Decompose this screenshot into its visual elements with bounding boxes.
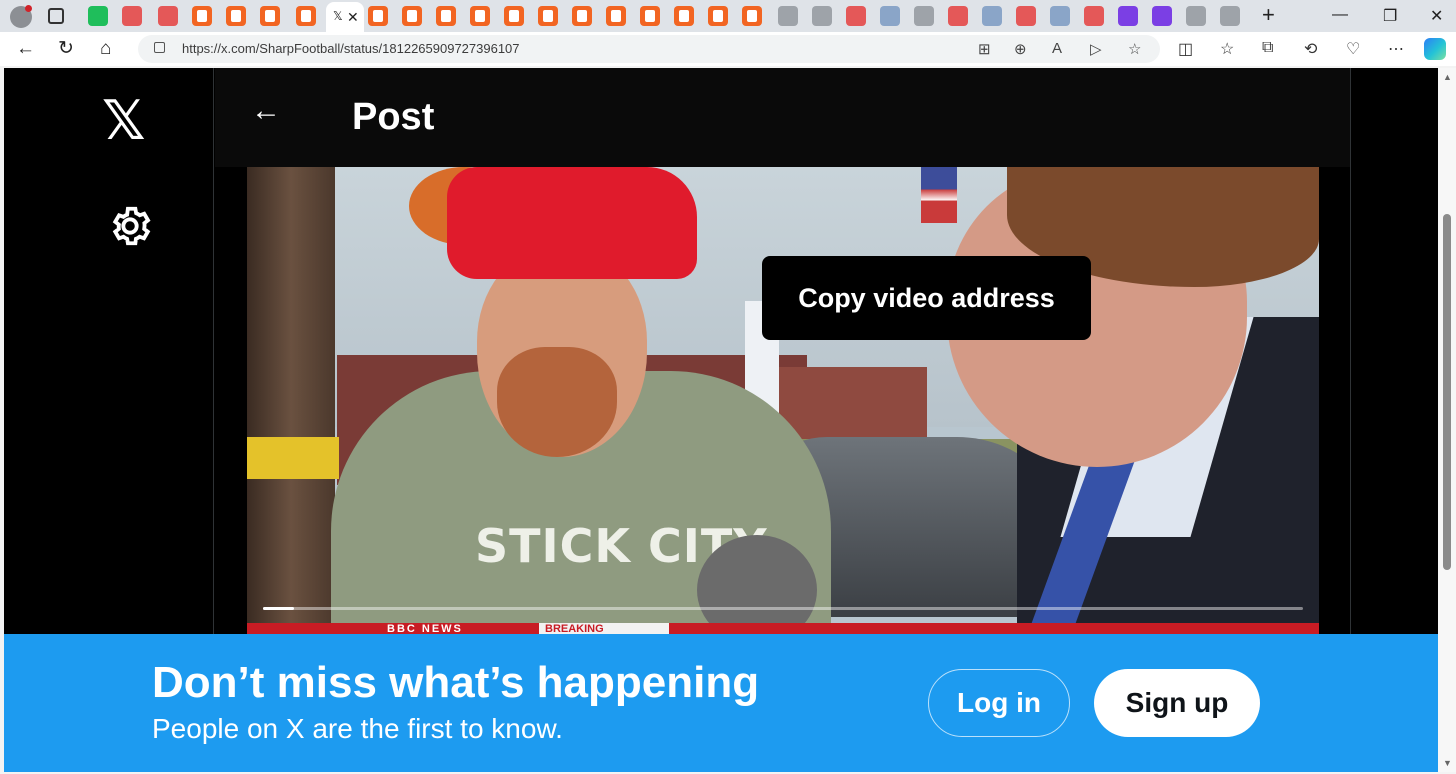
browser-essentials-icon[interactable]: ♡ <box>1346 39 1360 59</box>
favorites-icon[interactable]: ☆ <box>1220 39 1234 59</box>
profile-avatar[interactable] <box>10 5 32 28</box>
tab-favicon[interactable] <box>122 6 142 26</box>
split-screen-icon[interactable]: ◫ <box>1178 39 1193 59</box>
video-progress-fill <box>263 607 295 610</box>
log-in-button[interactable]: Log in <box>928 669 1070 737</box>
refresh-icon[interactable]: ↻ <box>58 38 74 60</box>
favorite-star-icon[interactable]: ☆ <box>1128 40 1141 58</box>
tab-favicon[interactable] <box>880 6 900 26</box>
tab-favicon[interactable] <box>1016 6 1036 26</box>
video-progress-bar[interactable] <box>263 607 1303 610</box>
tab-favicon[interactable] <box>538 6 558 26</box>
video-player[interactable]: STICK CITY BBC NEWS BREAKING <box>247 167 1319 637</box>
tab-favicon[interactable] <box>572 6 592 26</box>
tab-favicon[interactable] <box>296 6 316 26</box>
tab-favicon[interactable] <box>1152 6 1172 26</box>
address-bar[interactable]: https://x.com/SharpFootball/status/18122… <box>138 35 1160 63</box>
scroll-down-icon[interactable]: ▼ <box>1443 758 1452 768</box>
tab-favicon[interactable] <box>1186 6 1206 26</box>
tab-favicon[interactable] <box>982 6 1002 26</box>
gear-icon[interactable] <box>107 203 153 249</box>
tab-favicon[interactable] <box>260 6 280 26</box>
tab-favicon[interactable] <box>436 6 456 26</box>
tab-favicon[interactable] <box>192 6 212 26</box>
tab-favicon[interactable] <box>812 6 832 26</box>
scroll-up-icon[interactable]: ▲ <box>1443 72 1452 82</box>
back-arrow-icon[interactable]: ← <box>16 38 35 60</box>
tab-favicon[interactable] <box>226 6 246 26</box>
tab-favicon[interactable] <box>88 6 108 26</box>
tab-favicon[interactable] <box>1220 6 1240 26</box>
banner-subtitle: People on X are the first to know. <box>152 713 563 744</box>
banner-title: Don’t miss what’s happening <box>152 658 760 707</box>
tab-favicon[interactable] <box>674 6 694 26</box>
tab-favicon[interactable] <box>1050 6 1070 26</box>
browser-tab-strip: 𝕏 ✕ + — ❐ ✕ <box>0 0 1456 32</box>
scrollbar-thumb[interactable] <box>1443 214 1451 570</box>
tab-favicon[interactable] <box>914 6 934 26</box>
collections-icon[interactable]: ⧉ <box>1262 39 1273 57</box>
url-text[interactable]: https://x.com/SharpFootball/status/18122… <box>182 41 520 56</box>
post-header: ← Post <box>215 68 1350 167</box>
tab-favicon[interactable] <box>1084 6 1104 26</box>
page-scrollbar[interactable]: ▲ ▼ <box>1438 68 1456 772</box>
history-icon[interactable]: ⟲ <box>1304 39 1317 59</box>
x-post-page: 𝕏 ← Post STICK CITY BBC NEWS BREAKING Co… <box>4 68 1438 772</box>
tab-favicon[interactable] <box>846 6 866 26</box>
copy-video-address-menu-item[interactable]: Copy video address <box>762 256 1091 340</box>
video-pole <box>247 167 335 637</box>
tab-favicon[interactable] <box>742 6 762 26</box>
home-icon[interactable]: ⌂ <box>100 38 111 60</box>
close-window-icon[interactable]: ✕ <box>1430 6 1443 26</box>
tab-favicon[interactable] <box>708 6 728 26</box>
more-options-icon[interactable]: ⋯ <box>1388 39 1404 59</box>
tab-favicon[interactable] <box>1118 6 1138 26</box>
x-favicon-icon: 𝕏 <box>333 9 343 23</box>
tab-favicon[interactable] <box>470 6 490 26</box>
tab-favicon[interactable] <box>948 6 968 26</box>
page-title: Post <box>352 96 435 138</box>
sign-up-button[interactable]: Sign up <box>1094 669 1260 737</box>
zoom-icon[interactable]: ⊕ <box>1014 40 1027 58</box>
signup-banner: Don’t miss what’s happening People on X … <box>4 634 1438 772</box>
browser-toolbar: ← ↻ ⌂ https://x.com/SharpFootball/status… <box>0 32 1456 66</box>
immersive-reader-icon[interactable]: ▷ <box>1090 40 1102 58</box>
tab-favicon[interactable] <box>640 6 660 26</box>
copilot-icon[interactable] <box>1424 38 1446 60</box>
tab-actions-icon[interactable] <box>48 8 64 24</box>
tab-favicon[interactable] <box>158 6 178 26</box>
x-logo-icon[interactable]: 𝕏 <box>102 94 146 148</box>
video-person-beard <box>497 347 617 457</box>
video-microphone <box>697 535 817 637</box>
video-person-cap <box>447 167 697 279</box>
minimize-icon[interactable]: — <box>1332 6 1348 24</box>
read-aloud-icon[interactable]: A <box>1052 40 1062 57</box>
tab-favicon[interactable] <box>504 6 524 26</box>
active-tab[interactable]: 𝕏 ✕ <box>326 2 364 32</box>
tab-favicon[interactable] <box>778 6 798 26</box>
app-available-icon[interactable]: ⊞ <box>978 40 991 58</box>
tab-favicon[interactable] <box>606 6 626 26</box>
restore-icon[interactable]: ❐ <box>1383 6 1397 26</box>
lock-icon[interactable] <box>154 42 165 53</box>
video-flag <box>921 167 957 223</box>
video-pole-band <box>247 437 339 479</box>
close-tab-icon[interactable]: ✕ <box>347 9 359 26</box>
tab-favicon[interactable] <box>368 6 388 26</box>
back-arrow-icon[interactable]: ← <box>251 96 281 126</box>
tab-favicon[interactable] <box>402 6 422 26</box>
new-tab-plus-icon[interactable]: + <box>1262 4 1275 26</box>
